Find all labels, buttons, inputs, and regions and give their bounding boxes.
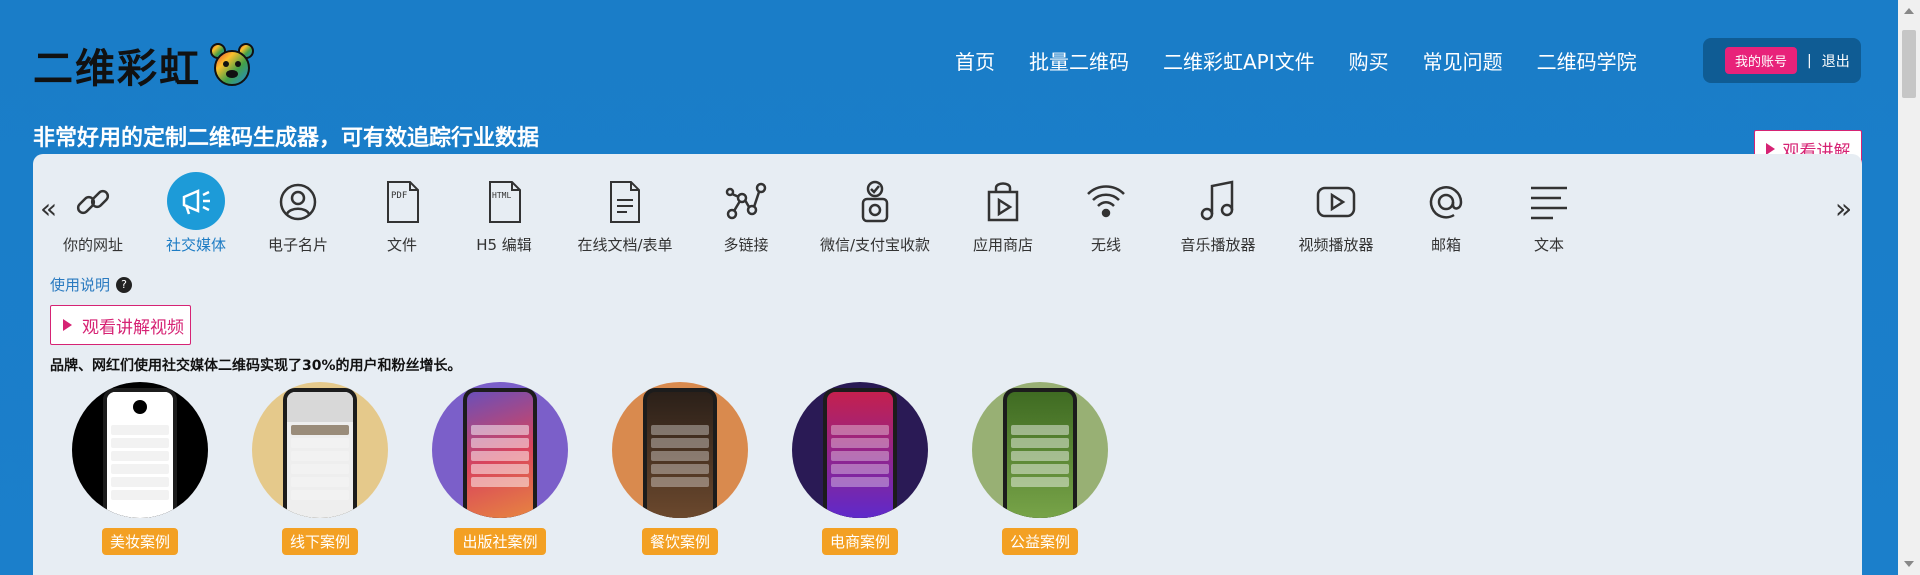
wallet-icon bbox=[849, 176, 901, 228]
category-online-doc[interactable]: 在线文档/表单 bbox=[565, 176, 685, 255]
category-app-store[interactable]: 应用商店 bbox=[943, 176, 1063, 255]
nav-batch-qr[interactable]: 批量二维码 bbox=[1029, 46, 1129, 75]
category-video[interactable]: 视频播放器 bbox=[1276, 176, 1396, 255]
category-vcard[interactable]: 电子名片 bbox=[238, 176, 358, 255]
main-nav: 首页 批量二维码 二维彩虹API文件 购买 常见问题 二维码学院 bbox=[955, 46, 1671, 75]
scroll-right-arrow-icon[interactable]: » bbox=[1835, 192, 1852, 225]
case-label[interactable]: 餐饮案例 bbox=[641, 528, 718, 555]
video-icon bbox=[1310, 176, 1362, 228]
svg-text:PDF: PDF bbox=[391, 191, 407, 201]
phone-mockup bbox=[283, 388, 357, 518]
case-thumbnail bbox=[612, 382, 748, 518]
scroll-up-icon[interactable] bbox=[1904, 8, 1914, 14]
phone-mockup bbox=[823, 388, 897, 518]
wifi-icon bbox=[1080, 176, 1132, 228]
category-multi-link[interactable]: 多链接 bbox=[686, 176, 806, 255]
category-label: 音乐播放器 bbox=[1180, 236, 1256, 254]
category-text[interactable]: 文本 bbox=[1489, 176, 1609, 255]
case-label[interactable]: 美妆案例 bbox=[101, 528, 178, 555]
case-item[interactable]: 美妆案例 bbox=[72, 382, 208, 555]
category-label: 电子名片 bbox=[267, 236, 328, 254]
rainbow-bear-logo-icon bbox=[210, 43, 254, 86]
category-label: 文本 bbox=[1533, 236, 1564, 254]
category-label: 你的网址 bbox=[62, 236, 123, 254]
case-thumbnail bbox=[72, 382, 208, 518]
category-label: 视频播放器 bbox=[1298, 236, 1374, 254]
network-icon bbox=[720, 176, 772, 228]
megaphone-icon bbox=[167, 172, 225, 230]
nav-buy[interactable]: 购买 bbox=[1349, 46, 1389, 75]
category-label: 在线文档/表单 bbox=[577, 236, 673, 254]
category-h5[interactable]: HTML H5 编辑 bbox=[444, 176, 564, 255]
usage-help-label: 使用说明 bbox=[50, 276, 111, 294]
category-payment[interactable]: 微信/支付宝收款 bbox=[815, 176, 935, 255]
case-thumbnail bbox=[432, 382, 568, 518]
category-email[interactable]: 邮箱 bbox=[1386, 176, 1506, 255]
at-icon bbox=[1420, 176, 1472, 228]
case-label[interactable]: 线下案例 bbox=[281, 528, 358, 555]
main-panel: « » 你的网址 社交媒体 电子名片 PDF 文件 HTML H5 编辑 在线文… bbox=[33, 154, 1862, 575]
nav-home[interactable]: 首页 bbox=[955, 46, 995, 75]
account-box: 我的账号 | 退出 bbox=[1703, 38, 1861, 83]
scrollbar-thumb[interactable] bbox=[1902, 30, 1916, 98]
nav-academy[interactable]: 二维码学院 bbox=[1537, 46, 1637, 75]
category-wifi[interactable]: 无线 bbox=[1046, 176, 1166, 255]
usage-help-link[interactable]: 使用说明 ? bbox=[50, 274, 133, 295]
text-icon bbox=[1523, 176, 1575, 228]
category-label: 多链接 bbox=[723, 236, 769, 254]
logo-text: 二维彩虹 bbox=[33, 46, 201, 92]
shopping-bag-icon bbox=[977, 176, 1029, 228]
case-item[interactable]: 线下案例 bbox=[252, 382, 388, 555]
category-label: 无线 bbox=[1090, 236, 1121, 254]
page-tagline: 非常好用的定制二维码生成器，可有效追踪行业数据 bbox=[33, 126, 540, 151]
svg-text:HTML: HTML bbox=[492, 191, 511, 200]
category-music[interactable]: 音乐播放器 bbox=[1158, 176, 1278, 255]
case-label[interactable]: 电商案例 bbox=[821, 528, 898, 555]
case-label[interactable]: 公益案例 bbox=[1001, 528, 1078, 555]
case-thumbnail bbox=[972, 382, 1108, 518]
nav-api-docs[interactable]: 二维彩虹API文件 bbox=[1163, 46, 1315, 75]
html-icon: HTML bbox=[478, 176, 530, 228]
phone-mockup bbox=[643, 388, 717, 518]
case-item[interactable]: 出版社案例 bbox=[432, 382, 568, 555]
phone-mockup bbox=[103, 388, 177, 518]
scroll-down-icon[interactable] bbox=[1904, 561, 1914, 567]
category-url[interactable]: 你的网址 bbox=[33, 176, 153, 255]
music-icon bbox=[1192, 176, 1244, 228]
question-mark-icon: ? bbox=[116, 276, 133, 293]
category-label: 应用商店 bbox=[972, 236, 1033, 254]
user-icon bbox=[272, 176, 324, 228]
document-icon bbox=[599, 176, 651, 228]
phone-mockup bbox=[463, 388, 537, 518]
case-item[interactable]: 电商案例 bbox=[792, 382, 928, 555]
account-separator: | bbox=[1807, 52, 1812, 69]
category-label: 微信/支付宝收款 bbox=[819, 236, 931, 254]
pdf-icon: PDF bbox=[376, 176, 428, 228]
phone-mockup bbox=[1003, 388, 1077, 518]
category-label: H5 编辑 bbox=[476, 236, 532, 254]
case-item[interactable]: 公益案例 bbox=[972, 382, 1108, 555]
case-label[interactable]: 出版社案例 bbox=[454, 528, 546, 555]
watch-video-button[interactable]: 观看讲解视频 bbox=[50, 305, 191, 345]
case-item[interactable]: 餐饮案例 bbox=[612, 382, 748, 555]
nav-faq[interactable]: 常见问题 bbox=[1423, 46, 1503, 75]
play-icon bbox=[63, 319, 72, 331]
page-scrollbar[interactable] bbox=[1898, 0, 1920, 575]
logout-link[interactable]: 退出 bbox=[1822, 51, 1850, 71]
my-account-button[interactable]: 我的账号 bbox=[1725, 47, 1798, 74]
link-icon bbox=[67, 176, 119, 228]
case-thumbnail bbox=[252, 382, 388, 518]
case-thumbnail bbox=[792, 382, 928, 518]
watch-video-label: 观看讲解视频 bbox=[82, 317, 184, 338]
logo[interactable]: 二维彩虹 bbox=[33, 36, 255, 94]
category-label: 邮箱 bbox=[1430, 236, 1461, 254]
social-media-description: 品牌、网红们使用社交媒体二维码实现了30%的用户和粉丝增长。 bbox=[50, 358, 462, 374]
